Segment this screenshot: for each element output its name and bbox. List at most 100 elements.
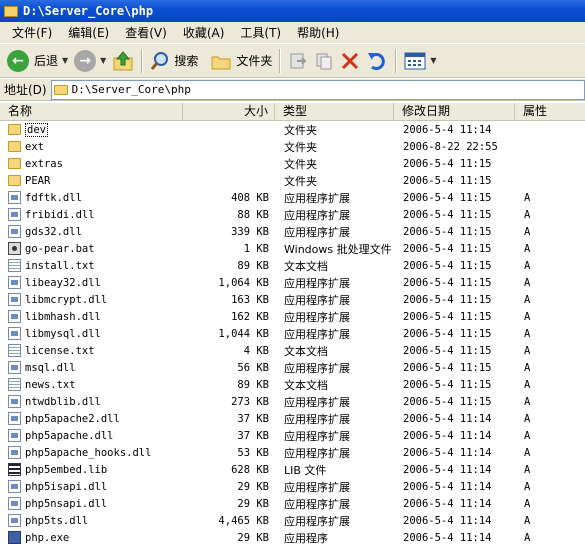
menu-help[interactable]: 帮助(H) [289, 24, 347, 41]
file-modified: 2006-5-4 11:15 [403, 259, 492, 272]
forward-button[interactable]: → ▼ [71, 46, 109, 76]
table-row[interactable]: fdftk.dll 408 KB 应用程序扩展 2006-5-4 11:15 A [0, 189, 585, 206]
copy-to-button[interactable] [311, 46, 337, 76]
toolbar-divider [279, 48, 282, 73]
file-name-cell[interactable]: extras [0, 158, 183, 170]
table-row[interactable]: php5isapi.dll 29 KB 应用程序扩展 2006-5-4 11:14 A [0, 478, 585, 495]
column-header-size[interactable]: 大小 [183, 103, 275, 120]
chevron-down-icon[interactable]: ▼ [430, 56, 436, 65]
file-name-cell[interactable]: php5apache_hooks.dll [0, 446, 183, 459]
back-button[interactable]: ← 后退 ▼ [4, 46, 71, 76]
file-name-cell[interactable]: install.txt [0, 259, 183, 272]
file-size: 88 KB [237, 208, 269, 221]
menu-view[interactable]: 查看(V) [117, 24, 175, 41]
folders-label: 文件夹 [236, 54, 273, 68]
file-name-cell[interactable]: php5isapi.dll [0, 480, 183, 493]
file-name-cell[interactable]: ntwdblib.dll [0, 395, 183, 408]
file-type: 应用程序扩展 [284, 514, 350, 528]
file-size: 408 KB [231, 191, 269, 204]
file-type: 应用程序扩展 [284, 361, 350, 375]
table-row[interactable]: fribidi.dll 88 KB 应用程序扩展 2006-5-4 11:15 A [0, 206, 585, 223]
file-name-cell[interactable]: dev [0, 122, 183, 137]
table-row[interactable]: php.exe 29 KB 应用程序 2006-5-4 11:14 A [0, 529, 585, 546]
table-row[interactable]: install.txt 89 KB 文本文档 2006-5-4 11:15 A [0, 257, 585, 274]
column-header-type[interactable]: 类型 [275, 103, 394, 120]
table-row[interactable]: php5apache_hooks.dll 53 KB 应用程序扩展 2006-5-4 … [0, 444, 585, 461]
file-name: fdftk.dll [25, 191, 82, 204]
menu-edit[interactable]: 编辑(E) [60, 24, 117, 41]
up-button[interactable] [109, 46, 137, 76]
file-name-cell[interactable]: php5nsapi.dll [0, 497, 183, 510]
address-input[interactable]: D:\Server_Core\php [50, 79, 585, 100]
file-name-cell[interactable]: libmcrypt.dll [0, 293, 183, 306]
table-row[interactable]: php5embed.lib 628 KB LIB 文件 2006-5-4 11:14 A [0, 461, 585, 478]
file-attributes: A [524, 327, 531, 340]
file-name-cell[interactable]: php5ts.dll [0, 514, 183, 527]
menu-tools[interactable]: 工具(T) [232, 24, 289, 41]
file-name-cell[interactable]: fdftk.dll [0, 191, 183, 204]
file-list[interactable]: 名称 大小 类型 修改日期 属性 dev 文件夹 2006-5-4 11:14 ext… [0, 103, 585, 551]
table-row[interactable]: libeay32.dll 1,064 KB 应用程序扩展 2006-5-4 11:15… [0, 274, 585, 291]
toolbar: ← 后退 ▼ → ▼ 搜索 文件夹 ▼ [0, 44, 585, 78]
file-name-cell[interactable]: php5apache2.dll [0, 412, 183, 425]
views-button[interactable]: ▼ [401, 46, 439, 76]
file-name-cell[interactable]: libmysql.dll [0, 327, 183, 340]
search-button[interactable]: 搜索 [147, 46, 201, 76]
folders-button[interactable]: 文件夹 [207, 46, 275, 76]
file-size: 53 KB [237, 446, 269, 459]
file-type: LIB 文件 [284, 463, 327, 477]
file-size: 29 KB [237, 531, 269, 544]
table-row[interactable]: libmhash.dll 162 KB 应用程序扩展 2006-5-4 11:15 A [0, 308, 585, 325]
table-row[interactable]: php5apache2.dll 37 KB 应用程序扩展 2006-5-4 11:14… [0, 410, 585, 427]
file-name-cell[interactable]: fribidi.dll [0, 208, 183, 221]
column-header-attributes[interactable]: 属性 [515, 103, 585, 120]
file-name-cell[interactable]: go-pear.bat [0, 242, 183, 255]
move-to-button[interactable] [285, 46, 311, 76]
table-row[interactable]: license.txt 4 KB 文本文档 2006-5-4 11:15 A [0, 342, 585, 359]
file-name-cell[interactable]: php.exe [0, 531, 183, 544]
file-name-cell[interactable]: php5embed.lib [0, 463, 183, 476]
file-name-cell[interactable]: msql.dll [0, 361, 183, 374]
menu-favorites[interactable]: 收藏(A) [175, 24, 233, 41]
menu-file[interactable]: 文件(F) [4, 24, 60, 41]
table-row[interactable]: news.txt 89 KB 文本文档 2006-5-4 11:15 A [0, 376, 585, 393]
back-arrow-icon: ← [7, 49, 29, 72]
table-row[interactable]: msql.dll 56 KB 应用程序扩展 2006-5-4 11:15 A [0, 359, 585, 376]
table-row[interactable]: php5nsapi.dll 29 KB 应用程序扩展 2006-5-4 11:14 A [0, 495, 585, 512]
file-modified: 2006-5-4 11:14 [403, 480, 492, 493]
file-name-cell[interactable]: news.txt [0, 378, 183, 391]
file-type: 应用程序扩展 [284, 429, 350, 443]
file-name-cell[interactable]: gds32.dll [0, 225, 183, 238]
delete-button[interactable] [337, 46, 363, 76]
chevron-down-icon[interactable]: ▼ [62, 56, 68, 65]
file-modified: 2006-5-4 11:15 [403, 157, 492, 170]
file-name-cell[interactable]: php5apache.dll [0, 429, 183, 442]
table-row[interactable]: ext 文件夹 2006-8-22 22:55 [0, 138, 585, 155]
file-modified: 2006-5-4 11:15 [403, 378, 492, 391]
chevron-down-icon[interactable]: ▼ [100, 56, 106, 65]
file-name-cell[interactable]: license.txt [0, 344, 183, 357]
file-type: Windows 批处理文件 [284, 242, 392, 256]
move-to-icon [290, 53, 307, 68]
file-name-cell[interactable]: PEAR [0, 175, 183, 187]
table-row[interactable]: PEAR 文件夹 2006-5-4 11:15 [0, 172, 585, 189]
table-row[interactable]: gds32.dll 339 KB 应用程序扩展 2006-5-4 11:15 A [0, 223, 585, 240]
file-name-cell[interactable]: libmhash.dll [0, 310, 183, 323]
table-row[interactable]: php5apache.dll 37 KB 应用程序扩展 2006-5-4 11:14 A [0, 427, 585, 444]
table-row[interactable]: extras 文件夹 2006-5-4 11:15 [0, 155, 585, 172]
file-name-cell[interactable]: libeay32.dll [0, 276, 183, 289]
column-header-name[interactable]: 名称 [0, 103, 183, 120]
table-row[interactable]: libmysql.dll 1,044 KB 应用程序扩展 2006-5-4 11:15… [0, 325, 585, 342]
table-row[interactable]: go-pear.bat 1 KB Windows 批处理文件 2006-5-4 11:… [0, 240, 585, 257]
file-name-cell[interactable]: ext [0, 141, 183, 153]
file-name: license.txt [25, 344, 95, 357]
table-row[interactable]: php5ts.dll 4,465 KB 应用程序扩展 2006-5-4 11:14 A [0, 512, 585, 529]
column-header-modified[interactable]: 修改日期 [394, 103, 515, 120]
undo-button[interactable] [363, 46, 391, 76]
folder-icon [8, 124, 21, 135]
file-name: dev [25, 122, 48, 137]
table-row[interactable]: libmcrypt.dll 163 KB 应用程序扩展 2006-5-4 11:15 A [0, 291, 585, 308]
table-row[interactable]: ntwdblib.dll 273 KB 应用程序扩展 2006-5-4 11:15 A [0, 393, 585, 410]
file-name: libmhash.dll [25, 310, 101, 323]
table-row[interactable]: dev 文件夹 2006-5-4 11:14 [0, 121, 585, 138]
